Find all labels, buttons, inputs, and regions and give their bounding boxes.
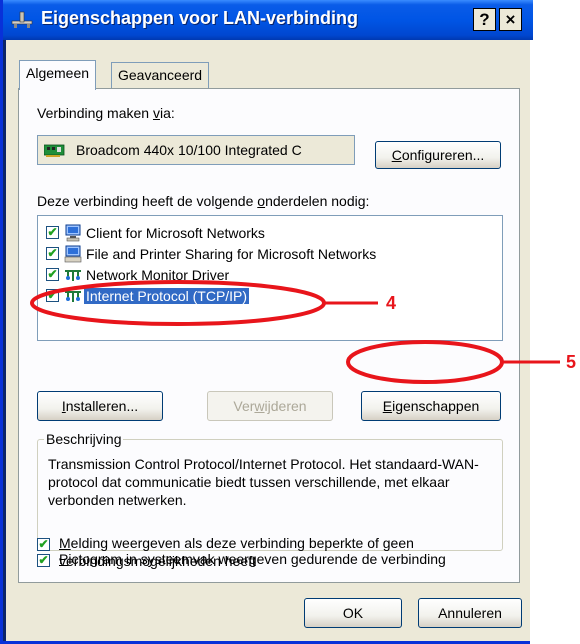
component-label: File and Printer Sharing for Microsoft N… bbox=[86, 246, 377, 262]
component-checkbox[interactable]: ✔ bbox=[46, 268, 59, 281]
dialog-title: Eigenschappen voor LAN-verbinding bbox=[41, 8, 359, 28]
remove-button[interactable]: Verwijderen bbox=[207, 391, 333, 421]
annotation-number-4: 4 bbox=[386, 293, 397, 313]
components-label: Deze verbinding heeft de volgende onderd… bbox=[37, 193, 370, 209]
file-printer-sharing-icon bbox=[64, 245, 82, 263]
connect-via-label: Verbinding maken via: bbox=[37, 105, 175, 121]
network-adapter-icon bbox=[44, 144, 65, 157]
annotation-number-5: 5 bbox=[566, 352, 577, 372]
network-connection-icon bbox=[11, 11, 33, 28]
title-bar[interactable]: Eigenschappen voor LAN-verbinding ? × bbox=[3, 0, 533, 40]
component-label: Client for Microsoft Networks bbox=[86, 225, 265, 241]
component-row-file-printer[interactable]: ✔ File and Printer Sharing for Microsoft… bbox=[46, 245, 506, 265]
component-checkbox[interactable]: ✔ bbox=[46, 226, 59, 239]
adapter-field: Broadcom 440x 10/100 Integrated C bbox=[37, 135, 355, 165]
component-row-network-monitor[interactable]: ✔ Network Monitor Driver bbox=[46, 266, 506, 286]
component-checkbox[interactable]: ✔ bbox=[46, 289, 59, 302]
component-row-tcpip[interactable]: ✔ Internet Protocol (TCP/IP) bbox=[46, 287, 506, 307]
close-button[interactable]: × bbox=[499, 8, 522, 31]
properties-button[interactable]: Eigenschappen bbox=[361, 391, 501, 421]
tab-algemeen[interactable]: Algemeen bbox=[19, 60, 97, 90]
cancel-button[interactable]: Annuleren bbox=[418, 598, 522, 628]
components-list[interactable]: ✔ Client for Microsoft Networks ✔ File a… bbox=[37, 215, 503, 341]
help-button[interactable]: ? bbox=[473, 8, 496, 31]
adapter-name: Broadcom 440x 10/100 Integrated C bbox=[76, 142, 302, 158]
notify-limited-label: Melding weergeven als deze verbinding be… bbox=[59, 535, 414, 569]
protocol-icon bbox=[65, 291, 81, 302]
tab-geavanceerd[interactable]: Geavanceerd bbox=[111, 62, 210, 88]
install-button[interactable]: Installeren... bbox=[37, 391, 163, 421]
component-checkbox[interactable]: ✔ bbox=[46, 247, 59, 260]
component-label: Network Monitor Driver bbox=[86, 267, 230, 283]
component-row-client[interactable]: ✔ Client for Microsoft Networks bbox=[46, 224, 506, 244]
protocol-icon bbox=[65, 270, 81, 281]
component-label: Internet Protocol (TCP/IP) bbox=[84, 288, 250, 304]
ok-button[interactable]: OK bbox=[304, 598, 402, 628]
lan-properties-dialog: Eigenschappen voor LAN-verbinding ? × Al… bbox=[0, 0, 533, 644]
description-legend: Beschrijving bbox=[44, 431, 124, 447]
dialog-body: Algemeen Geavanceerd Verbinding maken vi… bbox=[6, 40, 530, 641]
configure-button[interactable]: Configureren... bbox=[375, 141, 501, 169]
notify-limited-checkbox[interactable]: ✔ bbox=[37, 538, 50, 551]
show-tray-icon-checkbox[interactable]: ✔ bbox=[37, 554, 50, 567]
tab-panel-general: Verbinding maken via: Broadcom 440x 10/1… bbox=[18, 88, 520, 583]
description-text: Transmission Control Protocol/Internet P… bbox=[48, 456, 479, 508]
network-client-icon bbox=[65, 224, 81, 242]
